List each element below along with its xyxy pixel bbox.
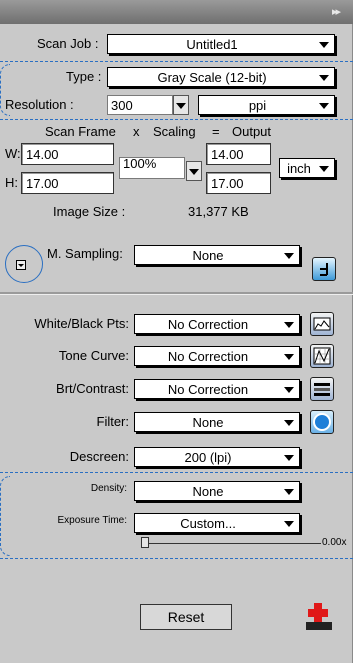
chevron-down-icon [284,354,294,360]
chevron-down-icon [284,521,294,527]
output-unit-dropdown[interactable]: inch [279,158,335,178]
panel-titlebar: ▸▸ [0,0,353,24]
scan-width-input[interactable]: 14.00 [21,143,114,165]
exposure-time-value: Custom... [180,516,236,531]
filter-dropdown[interactable]: None [134,412,300,432]
white-black-dropdown[interactable]: No Correction [134,314,300,334]
chevron-down-icon [284,387,294,393]
annotation-dash-line [0,61,353,62]
m-sampling-label: M. Sampling: [47,246,123,261]
density-value: None [192,484,224,499]
scan-job-label: Scan Job : [37,36,99,51]
descreen-value: 200 (lpi) [184,450,232,465]
exposure-time-label: Exposure Time: [57,515,127,526]
times-symbol: x [133,124,140,139]
tone-curve-icon[interactable] [310,344,334,368]
output-unit-value: inch [287,161,311,176]
m-sampling-value: None [192,248,224,263]
section-divider [0,292,353,295]
brightness-contrast-icon[interactable] [310,377,334,401]
expand-toggle-icon[interactable] [16,260,26,270]
chevron-down-icon [284,420,294,426]
width-label: W: [5,146,21,161]
resolution-unit-value: ppi [248,98,267,113]
brt-contrast-dropdown[interactable]: No Correction [134,379,300,399]
exposure-slider-thumb[interactable] [141,537,149,548]
scan-job-dropdown[interactable]: Untitled1 [107,34,335,54]
scan-frame-header: Scan Frame [45,124,116,139]
type-value: Gray Scale (12-bit) [157,70,267,85]
filter-label: Filter: [96,414,130,429]
lock-settings-icon[interactable] [312,257,336,281]
chevron-down-icon [284,322,294,328]
brt-contrast-value: No Correction [167,382,249,397]
output-height-input[interactable]: 17.00 [206,172,271,194]
scan-height-value: 17.00 [26,176,59,191]
resolution-dropdown-button[interactable] [173,95,189,115]
image-size-label: Image Size : [53,204,126,219]
chevron-down-icon [284,253,294,259]
resolution-label: Resolution : [5,97,74,112]
descreen-label: Descreen: [69,449,129,464]
panel-menu-icon[interactable]: ▸▸ [332,5,341,18]
type-dropdown[interactable]: Gray Scale (12-bit) [107,67,335,87]
reset-button[interactable]: Reset [140,604,232,630]
annotation-dash-line [0,558,353,559]
scan-job-value: Untitled1 [186,37,238,52]
density-dropdown[interactable]: None [134,481,300,501]
descreen-dropdown[interactable]: 200 (lpi) [134,447,300,467]
exposure-slider-track[interactable] [147,543,321,544]
tone-curve-value: No Correction [167,349,249,364]
scan-height-input[interactable]: 17.00 [21,172,114,194]
tone-curve-dropdown[interactable]: No Correction [134,346,300,366]
chevron-down-icon [319,75,329,81]
output-header: Output [232,124,272,139]
output-width-input[interactable]: 14.00 [206,143,271,165]
exposure-time-dropdown[interactable]: Custom... [134,513,300,533]
resolution-value: 300 [111,98,133,113]
annotation-dash-line [0,472,353,473]
filter-value: None [192,415,224,430]
resolution-unit-dropdown[interactable]: ppi [198,95,335,115]
scaling-header: Scaling [153,124,196,139]
image-size-value: 31,377 KB [188,204,249,219]
histogram-icon[interactable] [310,312,334,336]
output-height-value: 17.00 [211,176,244,191]
scaling-dropdown-button[interactable] [186,161,202,181]
chevron-down-icon [176,103,186,109]
type-label: Type : [66,69,102,84]
chevron-down-icon [319,166,329,172]
chevron-down-icon [189,169,199,175]
chevron-down-icon [319,42,329,48]
output-width-value: 14.00 [211,147,244,162]
density-label: Density: [90,483,127,494]
scan-width-value: 14.00 [26,147,59,162]
scaling-value: 100% [123,156,157,171]
scan-settings-panel: ▸▸ Scan Job : Untitled1 Type : Gray Scal… [0,0,353,663]
tone-curve-label: Tone Curve: [58,348,129,363]
height-label: H: [5,175,18,190]
equals-symbol: = [212,124,220,139]
white-black-value: No Correction [167,317,249,332]
filter-icon[interactable] [310,410,334,434]
annotation-dash-line [0,119,353,120]
scaling-input[interactable]: 100% [119,156,185,179]
m-sampling-dropdown[interactable]: None [134,245,300,265]
exposure-slider-value: 0.00x [322,537,347,548]
chevron-down-icon [284,455,294,461]
app-logo-icon [306,602,332,630]
resolution-input[interactable]: 300 [107,95,173,115]
brt-contrast-label: Brt/Contrast: [56,381,129,396]
chevron-down-icon [319,103,329,109]
white-black-label: White/Black Pts: [34,316,129,331]
chevron-down-icon [284,489,294,495]
